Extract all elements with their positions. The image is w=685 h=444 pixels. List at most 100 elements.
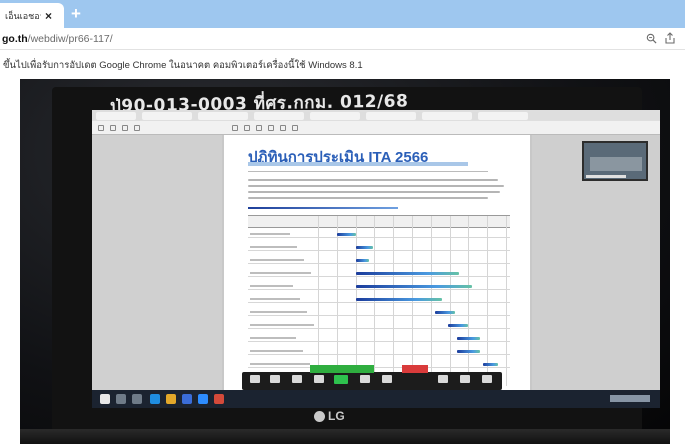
zoom-mic-icon bbox=[250, 375, 260, 383]
gantt-row bbox=[248, 360, 510, 368]
zoom-video-icon bbox=[270, 375, 280, 383]
gantt-bar bbox=[457, 337, 480, 340]
screen-pdf-toolbar bbox=[92, 121, 660, 135]
windows-taskbar bbox=[92, 390, 660, 408]
search-icon bbox=[116, 394, 126, 404]
screen-tab bbox=[366, 112, 416, 120]
screen-tab bbox=[422, 112, 472, 120]
zoom-share-icon bbox=[334, 375, 348, 384]
screen-tab bbox=[254, 112, 304, 120]
screen-tab bbox=[142, 112, 192, 120]
zoom-participants-icon bbox=[314, 375, 324, 383]
monitor-screen: ปฏิทินการประเมิน ITA 2566 bbox=[92, 110, 660, 408]
gantt-row bbox=[248, 308, 510, 316]
edge-icon bbox=[150, 394, 160, 404]
gantt-header bbox=[248, 216, 510, 228]
screen-tab bbox=[96, 112, 136, 120]
monitor-stand bbox=[20, 429, 670, 444]
zoom-sharing-banner bbox=[310, 365, 374, 373]
screen-tool-icon bbox=[256, 125, 262, 131]
screen-tab bbox=[478, 112, 528, 120]
gantt-bar bbox=[355, 259, 369, 262]
video-thumbnail bbox=[582, 141, 648, 181]
zoom-more-icon bbox=[482, 375, 492, 383]
task-view-icon bbox=[132, 394, 142, 404]
gantt-bar bbox=[355, 285, 473, 288]
screen-tool-icon bbox=[134, 125, 140, 131]
lg-brand-text: LG bbox=[328, 409, 345, 423]
document-accent-line bbox=[248, 207, 398, 209]
zoom-stop-share-button bbox=[402, 365, 428, 373]
screen-tool-icon bbox=[232, 125, 238, 131]
gantt-row-label bbox=[250, 259, 304, 261]
document-text-line bbox=[248, 185, 504, 187]
browser-tab[interactable]: เอ็นเอชอา × bbox=[0, 3, 64, 28]
gantt-bar bbox=[355, 298, 443, 301]
gantt-row-label bbox=[250, 272, 311, 274]
document-text-line bbox=[248, 179, 498, 181]
gantt-row bbox=[248, 243, 510, 251]
pdf-app-icon bbox=[214, 394, 224, 404]
url-host: go.th bbox=[2, 32, 28, 45]
screen-tool-icon bbox=[280, 125, 286, 131]
screen-left-pane bbox=[92, 135, 222, 390]
screen-tool-icon bbox=[244, 125, 250, 131]
document-subtitle bbox=[248, 162, 468, 166]
gantt-row-label bbox=[250, 311, 307, 313]
gantt-row-label bbox=[250, 363, 310, 365]
gantt-bar bbox=[355, 246, 373, 249]
gantt-bar bbox=[457, 350, 480, 353]
screen-tab bbox=[310, 112, 360, 120]
zoom-app-icon bbox=[198, 394, 208, 404]
monitor: ป่90-013-0003 ที่ศร.กกม. 012/68 ปฏิทินกา… bbox=[52, 87, 660, 432]
tab-title: เอ็นเอชอา bbox=[5, 10, 41, 21]
address-bar[interactable]: go.th/webdiw/pr66-117/ bbox=[0, 28, 685, 50]
gantt-bar bbox=[355, 272, 459, 275]
app-icon bbox=[182, 394, 192, 404]
video-thumbnail-label bbox=[586, 175, 626, 178]
zoom-reactions-icon bbox=[438, 375, 448, 383]
zoom-record-icon bbox=[382, 375, 392, 383]
zoom-magnifier-icon[interactable] bbox=[646, 33, 657, 44]
lg-logo: LG bbox=[314, 409, 345, 423]
document-text-line bbox=[248, 197, 488, 199]
gantt-row bbox=[248, 256, 510, 264]
lg-logo-mark bbox=[314, 410, 325, 422]
screen-tab bbox=[198, 112, 248, 120]
gantt-table bbox=[248, 215, 510, 386]
screen-tool-icon bbox=[292, 125, 298, 131]
document-rule bbox=[248, 171, 488, 172]
screen-tool-icon bbox=[110, 125, 116, 131]
screen-tool-icon bbox=[122, 125, 128, 131]
new-tab-button[interactable]: + bbox=[71, 4, 81, 24]
gantt-row bbox=[248, 321, 510, 329]
windows-start-icon bbox=[100, 394, 110, 404]
taskbar-clock bbox=[610, 395, 650, 402]
gantt-row bbox=[248, 230, 510, 238]
gantt-row-label bbox=[250, 246, 297, 248]
update-notice: ขึ้นไปเพื่อรับการอัปเดต Google Chrome ใน… bbox=[3, 60, 363, 71]
tab-strip: เอ็นเอชอา × + bbox=[0, 0, 685, 28]
screen-right-pane bbox=[532, 135, 660, 390]
folder-icon bbox=[166, 394, 176, 404]
gantt-bar bbox=[483, 363, 499, 366]
zoom-security-icon bbox=[292, 375, 302, 383]
screen-tool-icon bbox=[98, 125, 104, 131]
url-path: /webdiw/pr66-117/ bbox=[27, 32, 113, 45]
share-icon[interactable] bbox=[664, 32, 676, 44]
monitor-photo: ป่90-013-0003 ที่ศร.กกม. 012/68 ปฏิทินกา… bbox=[20, 79, 670, 444]
gantt-row-label bbox=[250, 337, 296, 339]
url-field[interactable]: go.th/webdiw/pr66-117/ bbox=[2, 33, 113, 45]
zoom-apps-icon bbox=[460, 375, 470, 383]
gantt-row-label bbox=[250, 285, 293, 287]
gantt-bar bbox=[434, 311, 456, 314]
gantt-row-label bbox=[250, 233, 290, 235]
document-text-line bbox=[248, 191, 500, 193]
pdf-document: ปฏิทินการประเมิน ITA 2566 bbox=[224, 135, 530, 390]
zoom-chat-icon bbox=[360, 375, 370, 383]
zoom-meeting-controls bbox=[242, 365, 502, 390]
gantt-row-label bbox=[250, 350, 303, 352]
gantt-bar bbox=[336, 233, 356, 236]
tab-close-icon[interactable]: × bbox=[45, 9, 52, 23]
gantt-bar bbox=[447, 324, 469, 327]
